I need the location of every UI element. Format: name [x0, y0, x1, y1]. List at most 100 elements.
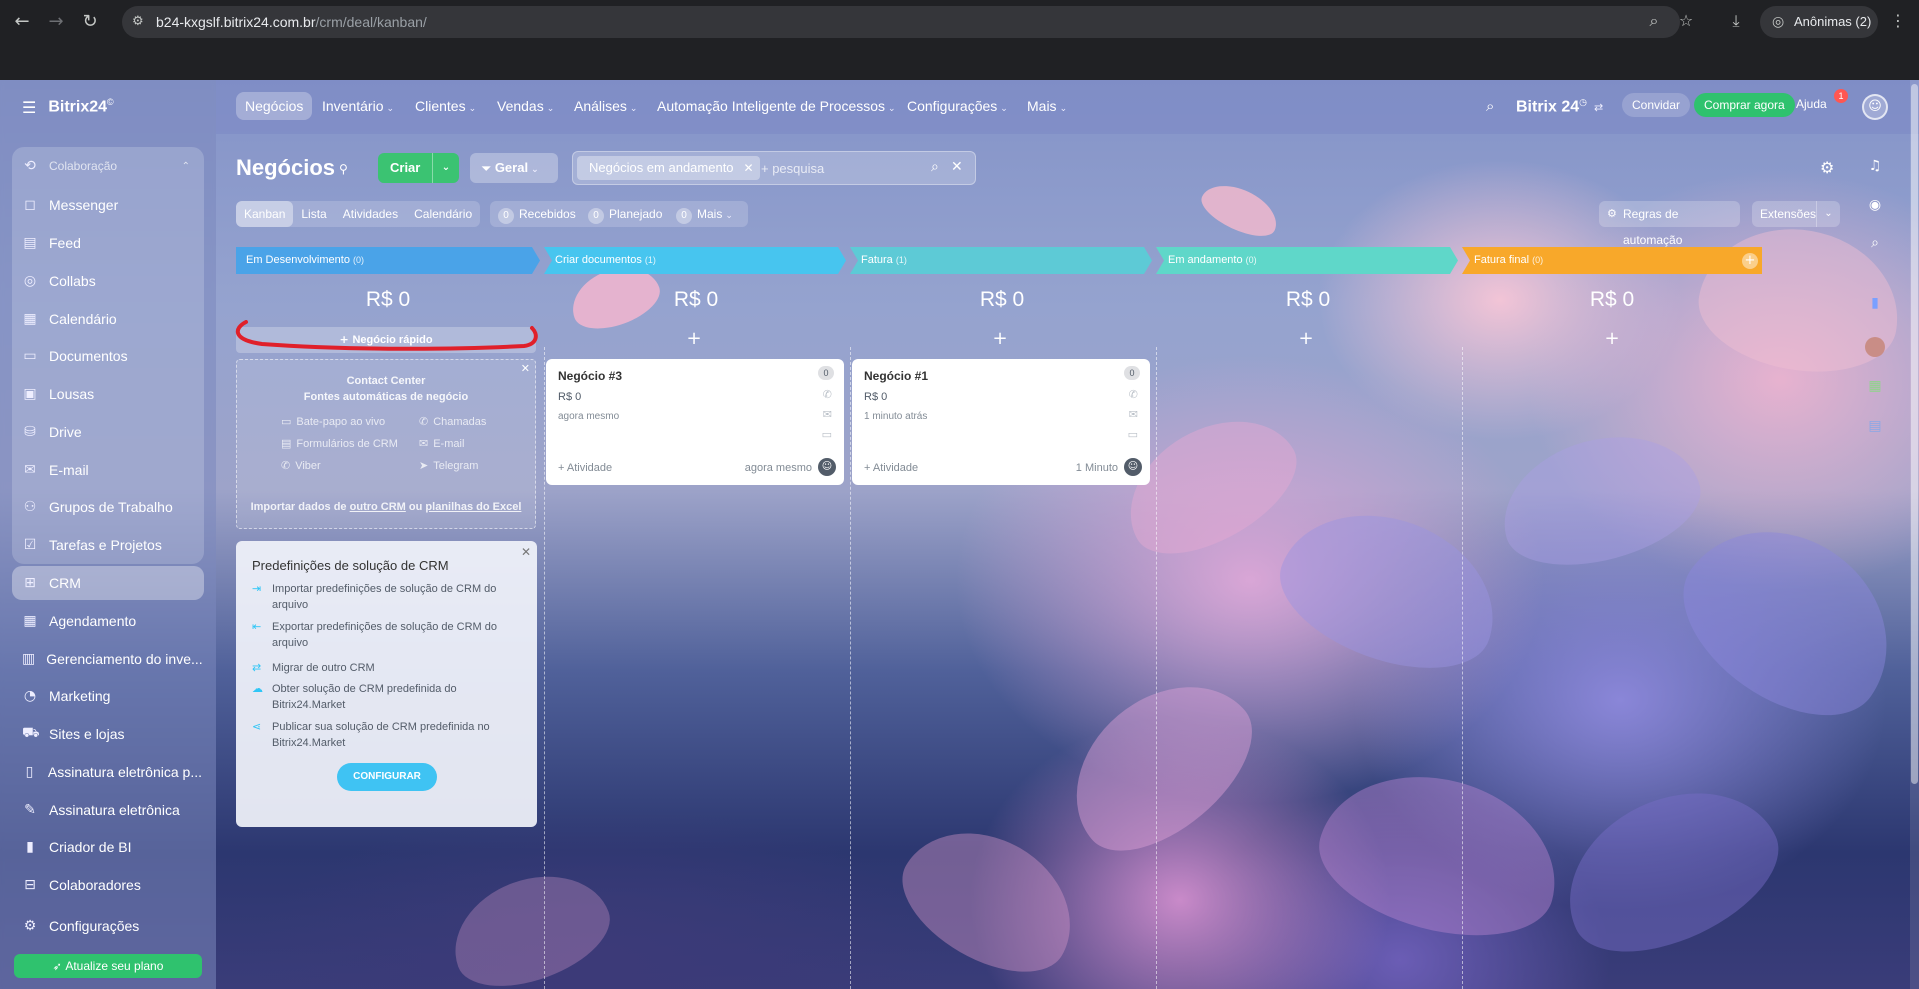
import-other-crm-link[interactable]: outro CRM — [350, 501, 406, 513]
buy-now-button[interactable]: Comprar agora — [1694, 93, 1795, 117]
url-text[interactable]: b24-kxgslf.bitrix24.com.br/crm/deal/kanb… — [156, 14, 427, 30]
filter-search[interactable]: Negócios em andamento ✕ + pesquisa ⌕ ✕ — [572, 151, 976, 185]
chevron-down-icon[interactable]: ⌄ — [1816, 201, 1840, 227]
tab-settings[interactable]: Configurações ⌄ — [907, 92, 1008, 120]
create-dropdown-icon[interactable]: ⌄ — [432, 153, 459, 183]
close-icon[interactable]: ✕ — [521, 362, 530, 375]
browser-menu-icon[interactable]: ⋮ — [1888, 11, 1908, 31]
invite-button[interactable]: Convidar — [1622, 93, 1691, 117]
tab-analytics[interactable]: Análises ⌄ — [574, 92, 637, 120]
sidebar-item-inventory[interactable]: ▥ Gerenciamento do inve... — [22, 646, 202, 672]
back-icon[interactable]: ← — [12, 12, 32, 32]
stage-title[interactable]: Criar documentos (1) — [545, 247, 656, 274]
sidebar-item-tasks[interactable]: ☑ Tarefas e Projetos — [22, 532, 202, 558]
chat-icon[interactable]: ▭ — [822, 428, 832, 441]
sync-icon[interactable]: ⇄ — [1594, 101, 1603, 114]
pin-icon[interactable]: ⚲ — [339, 162, 348, 176]
sidebar-item-groups[interactable]: ⚇ Grupos de Trabalho — [22, 494, 202, 520]
responsible-avatar[interactable]: ☺ — [1124, 458, 1142, 476]
search-chat-icon[interactable]: ⌕ — [1865, 235, 1885, 255]
sidebar-item-settings[interactable]: ⚙ Configurações — [22, 913, 202, 939]
incognito-badge[interactable]: ◎ Anônimas (2) — [1760, 6, 1878, 38]
extensions-button[interactable]: Extensões ⌄ — [1752, 201, 1840, 227]
search-input[interactable]: + pesquisa — [761, 161, 824, 176]
help-button[interactable]: Ajuda — [1796, 97, 1827, 111]
sidebar-item-boards[interactable]: ▣ Lousas — [22, 381, 202, 407]
add-deal-icon[interactable]: + — [880, 328, 1120, 349]
sidebar-item-messenger[interactable]: ◻ Messenger — [22, 192, 202, 218]
sidebar-item-store[interactable]: ⛟ Sites e lojas — [22, 721, 202, 747]
tab-more[interactable]: Mais ⌄ — [1027, 92, 1067, 120]
add-stage-icon[interactable]: + — [1742, 253, 1758, 269]
add-deal-icon[interactable]: + — [1492, 328, 1732, 349]
address-bar[interactable]: ⚙ b24-kxgslf.bitrix24.com.br/crm/deal/ka… — [122, 6, 1680, 38]
view-calendar[interactable]: Calendário — [406, 201, 480, 227]
sidebar-item-drive[interactable]: ⛁ Drive — [22, 419, 202, 445]
counter-more[interactable]: 0 Mais ⌄ — [676, 201, 733, 227]
sidebar-item-marketing[interactable]: ◔ Marketing — [22, 683, 202, 709]
source-email[interactable]: ✉ E-mail — [419, 437, 464, 450]
responsible-avatar[interactable]: ☺ — [818, 458, 836, 476]
collapse-icon[interactable]: ⌃ — [182, 161, 190, 172]
source-viber[interactable]: ✆ Viber — [281, 459, 321, 472]
add-deal-icon[interactable]: + — [1186, 328, 1426, 349]
sidebar-item-esign-hr[interactable]: ▯ Assinatura eletrônica p... — [22, 759, 202, 785]
group-header-collaboration[interactable]: ⟲ Colaboração ⌃ — [22, 153, 202, 179]
tab-clients[interactable]: Clientes ⌄ — [415, 92, 476, 120]
sidebar-item-collabs[interactable]: ◎ Collabs — [22, 268, 202, 294]
green-app-icon[interactable]: ▦ — [1865, 378, 1885, 398]
view-activities[interactable]: Atividades — [335, 201, 406, 227]
menu-toggle-icon[interactable]: ☰ — [22, 98, 36, 117]
bookmark-star-icon[interactable]: ☆ — [1676, 11, 1696, 31]
forward-icon[interactable]: → — [46, 12, 66, 32]
tab-inventory[interactable]: Inventário ⌄ — [322, 92, 394, 120]
stage-title[interactable]: Em Desenvolvimento (0) — [236, 247, 364, 274]
configure-button[interactable]: CONFIGURAR — [337, 763, 437, 791]
sidebar-item-crm[interactable]: ⊞ CRM — [12, 566, 204, 600]
stage-title[interactable]: Fatura (1) — [851, 247, 907, 274]
sidebar-item-booking[interactable]: ▦ Agendamento — [22, 608, 202, 634]
deal-card[interactable]: Negócio #3 0 R$ 0 agora mesmo ✆ ✉ ▭ + At… — [546, 359, 844, 485]
remove-filter-icon[interactable]: ✕ — [743, 156, 753, 180]
source-live-chat[interactable]: ▭ Bate-papo ao vivo — [281, 415, 385, 428]
sidebar-item-employees[interactable]: ⊟ Colaboradores — [22, 872, 202, 898]
sidebar-item-documents[interactable]: ▭ Documentos — [22, 343, 202, 369]
source-calls[interactable]: ✆ Chamadas — [419, 415, 486, 428]
add-activity-link[interactable]: + Atividade — [558, 462, 612, 474]
search-icon[interactable]: ⌕ — [1486, 97, 1494, 115]
broadcast-icon[interactable]: ◉ — [1865, 197, 1885, 217]
mail-icon[interactable]: ✉ — [823, 408, 832, 421]
preset-export[interactable]: ⇤ Exportar predefinições de solução de CR… — [252, 619, 527, 651]
counter-planned[interactable]: 0 Planejado — [588, 201, 662, 227]
phone-icon[interactable]: ✆ — [823, 388, 832, 401]
page-scrollbar[interactable] — [1910, 80, 1919, 989]
add-activity-link[interactable]: + Atividade — [864, 462, 918, 474]
view-kanban[interactable]: Kanban — [236, 201, 294, 227]
site-info-icon[interactable]: ⚙ — [132, 14, 148, 30]
category-selector[interactable]: ⏷ Geral ⌄ — [470, 153, 558, 183]
chat-icon[interactable]: ▭ — [1128, 428, 1138, 441]
create-button[interactable]: Criar ⌄ — [378, 153, 459, 183]
preset-import[interactable]: ⇥ Importar predefinições de solução de CR… — [252, 581, 527, 613]
add-deal-icon[interactable]: + — [574, 328, 814, 349]
settings-gear-icon[interactable]: ⚙ — [1820, 158, 1834, 177]
tab-automation[interactable]: Automação Inteligente de Processos ⌄ — [657, 92, 896, 120]
preset-market-publish[interactable]: ⋖ Publicar sua solução de CRM predefinida… — [252, 719, 527, 751]
sidebar-item-esign[interactable]: ✎ Assinatura eletrônica — [22, 797, 202, 823]
user-avatar[interactable]: ☺ — [1862, 94, 1888, 120]
deal-card[interactable]: Negócio #1 0 R$ 0 1 minuto atrás ✆ ✉ ▭ +… — [852, 359, 1150, 485]
sidebar-item-bi[interactable]: ▮ Criador de BI — [22, 834, 202, 860]
mail-icon[interactable]: ✉ — [1129, 408, 1138, 421]
filter-tag[interactable]: Negócios em andamento ✕ — [577, 156, 760, 180]
deal-name[interactable]: Negócio #3 — [558, 369, 622, 383]
close-icon[interactable]: ✕ — [521, 545, 531, 559]
download-icon[interactable]: ⤓ — [1726, 11, 1746, 31]
sidebar-item-email[interactable]: ✉ E-mail — [22, 457, 202, 483]
tab-deals[interactable]: Negócios — [236, 92, 313, 120]
counter-received[interactable]: 0 Recebidos — [498, 201, 576, 227]
blue-app-icon[interactable]: ▤ — [1865, 418, 1885, 438]
view-list[interactable]: Lista — [293, 201, 334, 227]
import-excel-link[interactable]: planilhas do Excel — [425, 501, 521, 513]
sidebar-item-calendar[interactable]: ▦ Calendário — [22, 306, 202, 332]
upgrade-plan-button[interactable]: ➶ Atualize seu plano — [14, 954, 202, 978]
